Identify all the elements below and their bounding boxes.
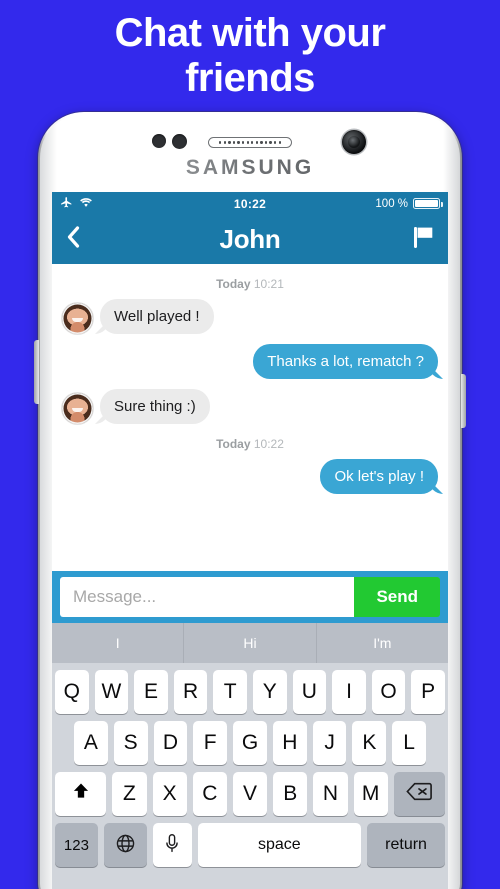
shift-up-icon xyxy=(70,781,92,807)
suggestion-chip-3[interactable]: I'm xyxy=(317,623,448,663)
phone-device: SAMSUNG 10:22 100 % John Today 10:21 Wel… xyxy=(34,112,466,889)
avatar xyxy=(62,303,93,334)
wifi-icon xyxy=(79,197,93,211)
message-composer: Send xyxy=(52,571,448,623)
flag-icon xyxy=(413,227,434,253)
key-z[interactable]: Z xyxy=(112,772,147,816)
key-y[interactable]: Y xyxy=(253,670,287,714)
key-c[interactable]: C xyxy=(192,772,227,816)
key-m[interactable]: M xyxy=(353,772,388,816)
key-q[interactable]: Q xyxy=(55,670,89,714)
microphone-icon xyxy=(165,833,179,858)
earpiece-speaker-grille xyxy=(208,137,292,148)
on-screen-keyboard: I Hi I'm Q W E R T Y U I O P A S D F G H… xyxy=(52,623,448,889)
day-timestamp-day: Today xyxy=(216,437,251,451)
promo-headline: Chat with your friends xyxy=(0,0,500,112)
key-p[interactable]: P xyxy=(411,670,445,714)
keyboard-row-4: 123 space return xyxy=(52,823,448,867)
key-o[interactable]: O xyxy=(371,670,406,714)
page-title: John xyxy=(219,224,281,254)
keyboard-row-1: Q W E R T Y U I O P xyxy=(52,670,448,714)
keyboard-suggestion-bar: I Hi I'm xyxy=(52,623,448,663)
return-key[interactable]: return xyxy=(367,823,445,867)
status-bar-right: 100 % xyxy=(266,197,444,210)
space-key[interactable]: space xyxy=(197,823,362,867)
send-button[interactable]: Send xyxy=(354,577,440,617)
key-k[interactable]: K xyxy=(352,721,387,765)
day-timestamp: Today 10:21 xyxy=(62,277,438,291)
key-l[interactable]: L xyxy=(392,721,427,765)
key-w[interactable]: W xyxy=(94,670,129,714)
suggestion-chip-2[interactable]: Hi xyxy=(184,623,317,663)
key-x[interactable]: X xyxy=(152,772,187,816)
key-g[interactable]: G xyxy=(233,721,267,765)
status-bar-clock: 10:22 xyxy=(233,196,267,211)
globe-key[interactable] xyxy=(103,823,147,867)
back-button[interactable] xyxy=(66,225,94,254)
phone-screen: 10:22 100 % John Today 10:21 Well played… xyxy=(52,192,448,889)
chat-thread[interactable]: Today 10:21 Well played ! Thanks a lot, … xyxy=(52,264,448,571)
message-row: Well played ! xyxy=(62,299,438,334)
key-r[interactable]: R xyxy=(173,670,208,714)
chevron-left-icon xyxy=(66,225,81,254)
message-bubble-outgoing[interactable]: Ok let's play ! xyxy=(320,459,438,494)
key-e[interactable]: E xyxy=(134,670,168,714)
status-bar: 10:22 100 % xyxy=(52,192,448,215)
front-camera-icon xyxy=(342,130,366,154)
key-f[interactable]: F xyxy=(193,721,228,765)
globe-icon xyxy=(115,833,136,858)
avatar xyxy=(62,393,93,424)
key-v[interactable]: V xyxy=(232,772,268,816)
key-j[interactable]: J xyxy=(312,721,347,765)
power-button[interactable] xyxy=(461,374,466,428)
battery-percent-label: 100 % xyxy=(375,197,409,210)
numeric-key[interactable]: 123 xyxy=(55,823,98,867)
message-row: Thanks a lot, rematch ? xyxy=(62,344,438,379)
dictation-key[interactable] xyxy=(152,823,192,867)
message-input[interactable] xyxy=(60,577,355,617)
key-b[interactable]: B xyxy=(273,772,308,816)
message-bubble-incoming[interactable]: Sure thing :) xyxy=(100,389,210,424)
airplane-icon xyxy=(60,196,73,212)
key-h[interactable]: H xyxy=(272,721,307,765)
key-u[interactable]: U xyxy=(292,670,327,714)
message-row: Sure thing :) xyxy=(62,389,438,424)
message-row: Ok let's play ! xyxy=(62,459,438,494)
key-d[interactable]: D xyxy=(153,721,188,765)
report-flag-button[interactable] xyxy=(413,225,434,254)
promo-headline-line-1: Chat with your xyxy=(114,11,386,55)
promo-headline-line-2: friends xyxy=(185,56,315,100)
day-timestamp-day: Today xyxy=(216,277,251,291)
key-s[interactable]: S xyxy=(113,721,148,765)
message-bubble-outgoing[interactable]: Thanks a lot, rematch ? xyxy=(253,344,438,379)
message-bubble-incoming[interactable]: Well played ! xyxy=(100,299,214,334)
app-navbar: John xyxy=(52,215,448,264)
key-n[interactable]: N xyxy=(313,772,348,816)
keyboard-row-2: A S D F G H J K L xyxy=(52,721,448,765)
day-timestamp: Today 10:22 xyxy=(62,437,438,451)
device-brand-label: SAMSUNG xyxy=(38,156,462,180)
suggestion-chip-1[interactable]: I xyxy=(52,623,185,663)
key-t[interactable]: T xyxy=(213,670,247,714)
backspace-icon xyxy=(406,782,433,807)
keyboard-row-3: Z X C V B N M xyxy=(52,772,448,816)
day-timestamp-time: 10:21 xyxy=(253,277,284,291)
backspace-key[interactable] xyxy=(393,772,446,816)
proximity-sensor-icon xyxy=(152,134,166,148)
day-timestamp-time: 10:22 xyxy=(253,437,284,451)
volume-button[interactable] xyxy=(34,340,39,404)
light-sensor-icon xyxy=(172,134,187,149)
battery-full-icon xyxy=(413,198,444,209)
key-i[interactable]: I xyxy=(332,670,366,714)
status-bar-left xyxy=(60,196,234,212)
key-a[interactable]: A xyxy=(73,721,108,765)
shift-key[interactable] xyxy=(55,772,107,816)
